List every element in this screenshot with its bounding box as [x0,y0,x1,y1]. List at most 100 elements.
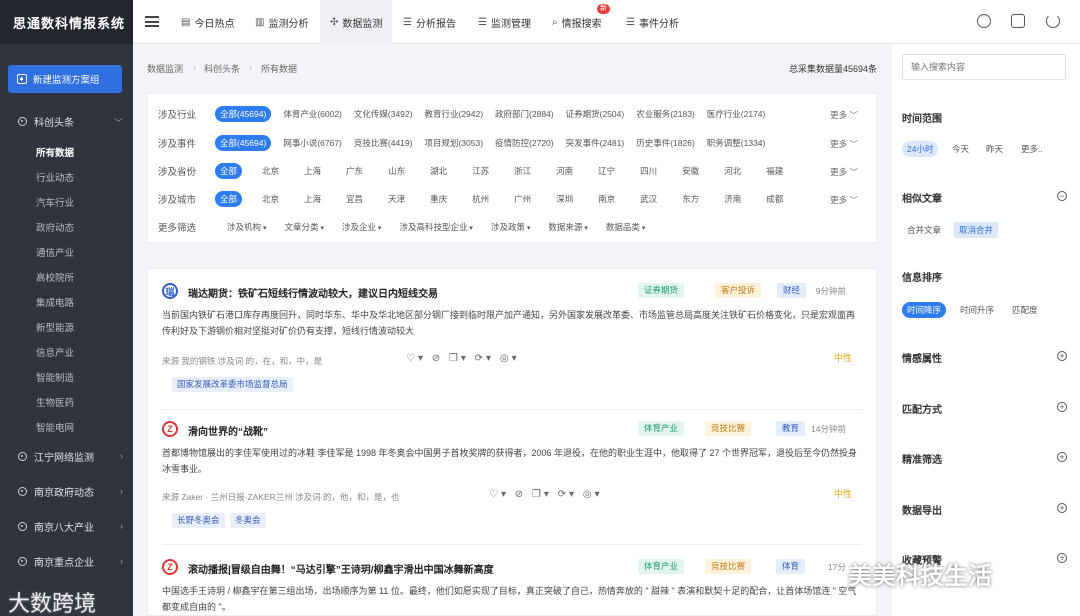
filter-dropdown[interactable]: 涉及机构 [227,221,266,233]
tab-data-monitor[interactable]: ✣ 数据监测 [320,0,393,44]
filter-dropdown[interactable]: 数据品类 [606,221,645,233]
filter-option[interactable]: 全部 [215,163,243,179]
tag[interactable]: 证券期货 [638,283,685,298]
more-button[interactable]: 更多 ﹀ [830,109,858,121]
filter-option[interactable]: 东方 [682,193,699,205]
filter-option[interactable]: 广州 [514,193,531,205]
filter-option[interactable]: 证券期货(2504) [566,108,625,120]
more-button[interactable]: 更多 ﹀ [830,138,858,150]
filter-option[interactable]: 上海 [304,165,321,177]
filter-option[interactable]: 济南 [724,193,741,205]
filter-dropdown[interactable]: 文章分类 [284,221,323,233]
filter-option[interactable]: 全部 [215,191,243,207]
tag[interactable]: 体育产业 [638,421,685,436]
filter-option[interactable]: 竞技比赛(4419) [354,137,413,149]
search-input[interactable] [902,54,1066,80]
filter-option[interactable]: 突发事件(2481) [566,137,625,149]
expand-icon[interactable]: + [1057,452,1067,462]
section-export[interactable]: 数据导出 [902,502,942,517]
org-tag[interactable]: 冬奥会 [230,513,266,528]
filter-option[interactable]: 河南 [556,165,573,177]
filter-option[interactable]: 北京 [262,165,279,177]
expand-icon[interactable]: + [1057,503,1067,513]
sidebar-item[interactable]: 生物医药 [36,395,74,409]
filter-option[interactable]: 深圳 [556,193,573,205]
sidebar-item[interactable]: 智能制造 [36,370,74,384]
sort-option[interactable]: 时间升序 [955,302,999,318]
gear-icon[interactable] [1011,14,1025,28]
sidebar-group-kechuang[interactable]: 科创头条 ﹀ [0,109,133,133]
filter-option[interactable]: 教育行业(2942) [424,108,483,120]
time-option[interactable]: 更多.. [1016,141,1048,157]
list-item[interactable]: Z 滚动播报|冒级自由舞！“马达引擎”王诗玥/柳鑫宇滑出中国冰舞新高度 体育产业… [162,559,862,616]
breadcrumb-item[interactable]: 数据监测 [147,62,183,75]
sidebar-group-nanjing-industry[interactable]: 南京八大产业 › [0,514,133,538]
section-emotion[interactable]: 情感属性 [902,350,942,365]
list-item[interactable]: 瑞 瑞达期货：铁矿石短线行情波动较大，建议日内短线交易 证券期货 客户投诉 财经… [162,283,862,403]
tag[interactable]: 体育产业 [638,559,685,574]
tab-monitor-manage[interactable]: ☰ 监测管理 [478,0,531,44]
sidebar-item[interactable]: 汽车行业 [36,195,74,209]
similar-option[interactable]: 合并文章 [902,222,946,238]
tab-monitor-analysis[interactable]: ▥ 监测分析 [255,0,308,44]
sort-option[interactable]: 时间降序 [902,302,947,318]
tag[interactable]: 竞技比赛 [705,559,752,574]
sidebar-item[interactable]: 智能电网 [36,420,74,434]
tab-event-analysis[interactable]: ☰ 事件分析 [626,0,679,44]
filter-option[interactable]: 湖北 [430,165,447,177]
filter-option[interactable]: 项目规划(3053) [424,137,483,149]
org-tag[interactable]: 长野冬奥会 [172,513,225,528]
filter-option[interactable]: 广东 [346,165,363,177]
sidebar-item[interactable]: 高校院所 [36,270,74,284]
message-icon[interactable] [977,14,991,28]
filter-option[interactable]: 江苏 [472,165,489,177]
filter-dropdown[interactable]: 涉及政策 [491,221,530,233]
filter-option[interactable]: 安徽 [682,165,699,177]
sidebar-group-nanjing-enterprise[interactable]: 南京重点企业 › [0,549,133,573]
sort-option[interactable]: 匹配度 [1007,302,1043,318]
similar-option[interactable]: 取消合并 [954,222,999,238]
sidebar-item[interactable]: 集成电路 [36,295,74,309]
filter-option[interactable]: 重庆 [430,193,447,205]
tag[interactable]: 体育 [776,559,806,574]
filter-option[interactable]: 北京 [262,193,279,205]
filter-option[interactable]: 天津 [388,193,405,205]
filter-option[interactable]: 山东 [388,165,405,177]
filter-dropdown[interactable]: 数据来源 [548,221,587,233]
tab-analysis-report[interactable]: ☰ 分析报告 [403,0,456,44]
action-icons[interactable]: ♡▾ ⊘ ❐▾ ⟳▾ ◎▾ [406,353,520,364]
filter-option[interactable]: 浙江 [514,165,531,177]
filter-option[interactable]: 杭州 [472,193,489,205]
filter-option[interactable]: 成都 [766,193,783,205]
article-title[interactable]: 滑向世界的“战靴” [188,423,268,438]
filter-option[interactable]: 历史事件(1826) [636,137,695,149]
sidebar-group-jiangning[interactable]: 江宁网络监测 › [0,444,133,468]
filter-option[interactable]: 全部(45694) [215,135,272,151]
org-tag[interactable]: 国家发展改革委市场监督总局 [172,377,293,392]
filter-option[interactable]: 疫情防控(2720) [495,137,554,149]
collapse-icon[interactable]: − [1057,191,1067,201]
expand-icon[interactable]: + [1057,402,1067,412]
tab-today-hot[interactable]: ▤ 今日热点 [181,0,234,44]
action-icons[interactable]: ♡▾ ⊘ ❐▾ ⟳▾ ◎▾ [489,489,603,500]
filter-option[interactable]: 职务调整(1334) [707,137,766,149]
power-icon[interactable] [1046,14,1060,28]
breadcrumb-item[interactable]: 科创头条 [204,62,240,75]
filter-dropdown[interactable]: 涉及高科技型企业 [399,221,472,233]
filter-option[interactable]: 政府部门(2884) [495,108,554,120]
article-title[interactable]: 瑞达期货：铁矿石短线行情波动较大，建议日内短线交易 [188,285,438,300]
sidebar-group-nanjing-gov[interactable]: 南京政府动态 › [0,479,133,503]
time-option[interactable]: 24小时 [902,141,939,157]
more-button[interactable]: 更多 ﹀ [830,166,858,178]
section-precise[interactable]: 精准筛选 [902,451,942,466]
tag[interactable]: 教育 [776,421,806,436]
time-option[interactable]: 今天 [947,141,974,157]
filter-option[interactable]: 全部(45694) [215,106,272,122]
list-item[interactable]: Z 滑向世界的“战靴” 体育产业 竞技比赛 教育 14分钟前 首都博物馆展出的李… [162,421,862,536]
filter-option[interactable]: 医疗行业(2174) [707,108,766,120]
more-button[interactable]: 更多 ﹀ [830,194,858,206]
tag[interactable]: 客户投诉 [715,283,762,298]
filter-option[interactable]: 宜昌 [346,193,363,205]
hamburger-menu-icon[interactable] [145,16,159,27]
filter-option[interactable]: 南京 [598,193,615,205]
